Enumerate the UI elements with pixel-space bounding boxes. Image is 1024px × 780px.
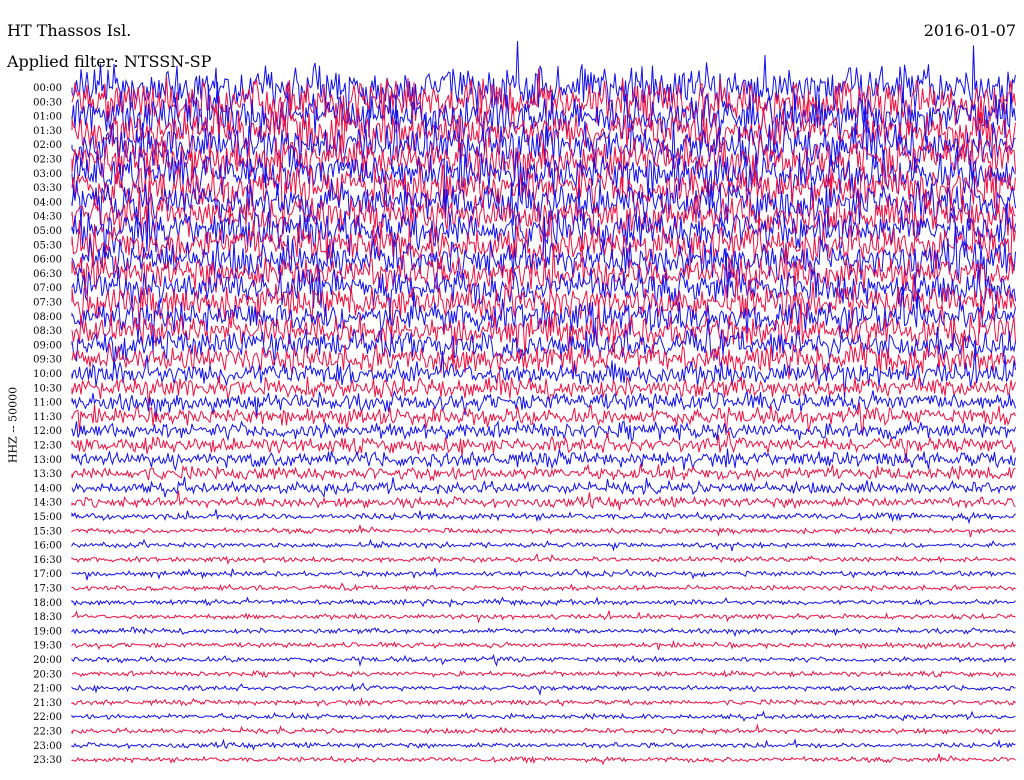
- trace-1630: [71, 552, 1016, 566]
- trace-1830: [71, 610, 1016, 624]
- time-label: 10:00: [33, 369, 62, 380]
- time-label: 15:00: [33, 512, 62, 523]
- time-label: 07:00: [33, 283, 62, 294]
- time-label: 01:00: [33, 112, 62, 123]
- time-label: 14:30: [33, 498, 62, 509]
- trace-1400: [71, 476, 1016, 499]
- time-label: 17:30: [33, 584, 62, 595]
- time-label: 01:30: [33, 126, 62, 137]
- trace-2100: [71, 682, 1016, 697]
- time-label: 00:30: [33, 97, 62, 108]
- time-label: 19:30: [33, 641, 62, 652]
- trace-2130: [71, 696, 1016, 708]
- time-label: 20:00: [33, 655, 62, 666]
- time-label: 12:30: [33, 441, 62, 452]
- time-label: 09:00: [33, 340, 62, 351]
- time-label: 13:30: [33, 469, 62, 480]
- time-label: 18:00: [33, 598, 62, 609]
- trace-2300: [71, 738, 1016, 751]
- time-label: 03:00: [33, 169, 62, 180]
- time-label: 09:30: [33, 355, 62, 366]
- time-label: 13:00: [33, 455, 62, 466]
- time-label: 05:30: [33, 240, 62, 251]
- trace-group: [71, 41, 1016, 766]
- time-label: 02:30: [33, 155, 62, 166]
- time-label: 22:30: [33, 727, 62, 738]
- trace-1900: [71, 626, 1016, 638]
- time-label: 06:30: [33, 269, 62, 280]
- time-label: 10:30: [33, 383, 62, 394]
- time-label: 11:30: [33, 412, 62, 423]
- trace-1530: [71, 524, 1016, 538]
- time-label: 23:30: [33, 755, 62, 766]
- time-label: 16:00: [33, 541, 62, 552]
- trace-1330: [71, 463, 1016, 482]
- trace-1300: [71, 448, 1016, 472]
- time-label: 21:00: [33, 684, 62, 695]
- trace-1800: [71, 596, 1016, 609]
- trace-2000: [71, 653, 1016, 668]
- time-label: 15:30: [33, 526, 62, 537]
- trace-2230: [71, 723, 1016, 735]
- time-tick-group: 00:00 00:30 01:00 01:30 02:00 02:30 03:00 03:30…: [33, 83, 62, 766]
- trace-1600: [71, 538, 1016, 552]
- time-label: 00:00: [33, 83, 62, 94]
- time-label: 07:30: [33, 298, 62, 309]
- time-label: 04:30: [33, 212, 62, 223]
- trace-2200: [71, 710, 1016, 722]
- date-label: 2016-01-07: [923, 21, 1016, 40]
- trace-1930: [71, 639, 1016, 651]
- time-label: 05:00: [33, 226, 62, 237]
- time-label: 18:30: [33, 612, 62, 623]
- station-title: HT Thassos Isl.: [7, 21, 132, 40]
- trace-1200: [71, 419, 1016, 444]
- time-label: 22:00: [33, 712, 62, 723]
- time-label: 21:30: [33, 698, 62, 709]
- time-label: 06:00: [33, 255, 62, 266]
- time-label: 08:00: [33, 312, 62, 323]
- time-label: 12:00: [33, 426, 62, 437]
- time-label: 20:30: [33, 669, 62, 680]
- time-label: 17:00: [33, 569, 62, 580]
- time-label: 04:00: [33, 197, 62, 208]
- time-label: 19:00: [33, 626, 62, 637]
- time-label: 03:30: [33, 183, 62, 194]
- time-label: 16:30: [33, 555, 62, 566]
- time-label: 23:00: [33, 741, 62, 752]
- time-label: 02:00: [33, 140, 62, 151]
- trace-1730: [71, 582, 1016, 592]
- trace-2030: [72, 669, 1016, 679]
- trace-1500: [71, 509, 1016, 525]
- trace-1700: [71, 568, 1016, 581]
- time-label: 11:00: [33, 398, 62, 409]
- time-label: 08:30: [33, 326, 62, 337]
- helicorder-plot: 00:00 00:30 01:00 01:30 02:00 02:30 03:00 03:30…: [33, 41, 1016, 766]
- trace-2330: [71, 753, 1016, 766]
- trace-1430: [71, 490, 1016, 511]
- time-label: 14:00: [33, 483, 62, 494]
- filter-label: Applied filter: NTSSN-SP: [7, 52, 212, 71]
